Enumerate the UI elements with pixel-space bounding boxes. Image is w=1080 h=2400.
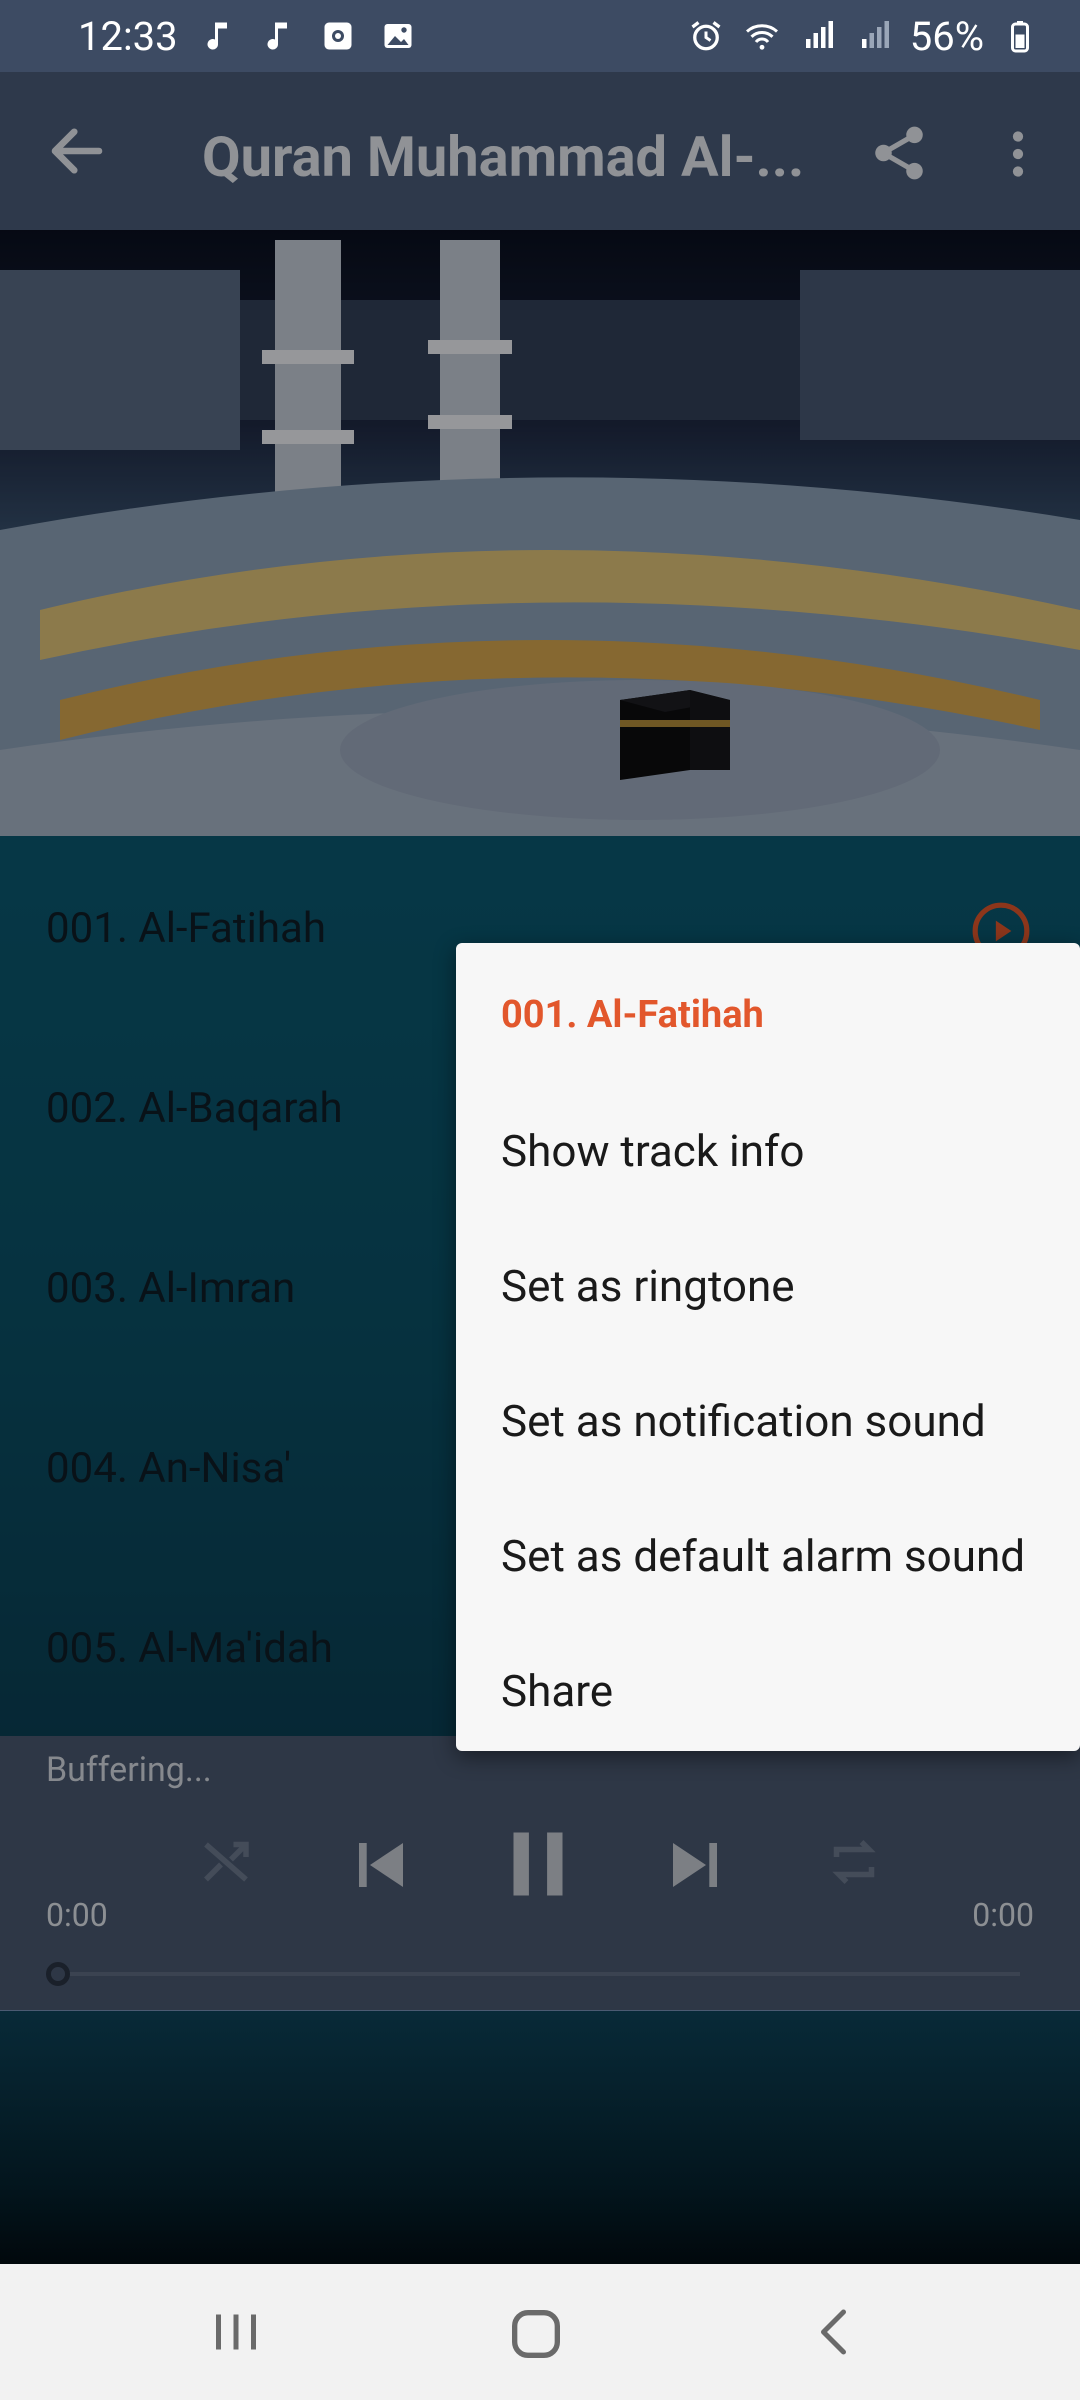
status-time: 12:33 xyxy=(78,12,178,60)
music-note-icon xyxy=(258,16,298,56)
signal-icon xyxy=(798,16,838,56)
menu-item-share[interactable]: Share xyxy=(501,1665,613,1717)
alarm-icon xyxy=(686,16,726,56)
status-bar: 12:33 56% xyxy=(0,0,1080,72)
context-menu: 001. Al-Fatihah Show track info Set as r… xyxy=(456,943,1080,1751)
menu-item-set-ringtone[interactable]: Set as ringtone xyxy=(501,1260,795,1312)
menu-header: 001. Al-Fatihah xyxy=(501,993,764,1037)
menu-item-show-track-info[interactable]: Show track info xyxy=(501,1125,804,1177)
camera-app-icon xyxy=(318,16,358,56)
battery-percent: 56% xyxy=(909,12,984,60)
music-note-icon xyxy=(198,16,238,56)
signal-icon xyxy=(854,16,894,56)
recent-apps-icon[interactable] xyxy=(206,2302,266,2366)
back-nav-icon[interactable] xyxy=(806,2302,866,2366)
home-icon[interactable] xyxy=(504,2302,568,2370)
battery-icon xyxy=(1000,16,1040,56)
system-nav-bar xyxy=(0,2264,1080,2400)
wifi-icon xyxy=(742,16,782,56)
background-area xyxy=(0,2011,1080,2264)
menu-item-set-notification[interactable]: Set as notification sound xyxy=(501,1395,986,1447)
gallery-icon xyxy=(378,16,418,56)
menu-item-set-alarm[interactable]: Set as default alarm sound xyxy=(501,1530,1025,1582)
